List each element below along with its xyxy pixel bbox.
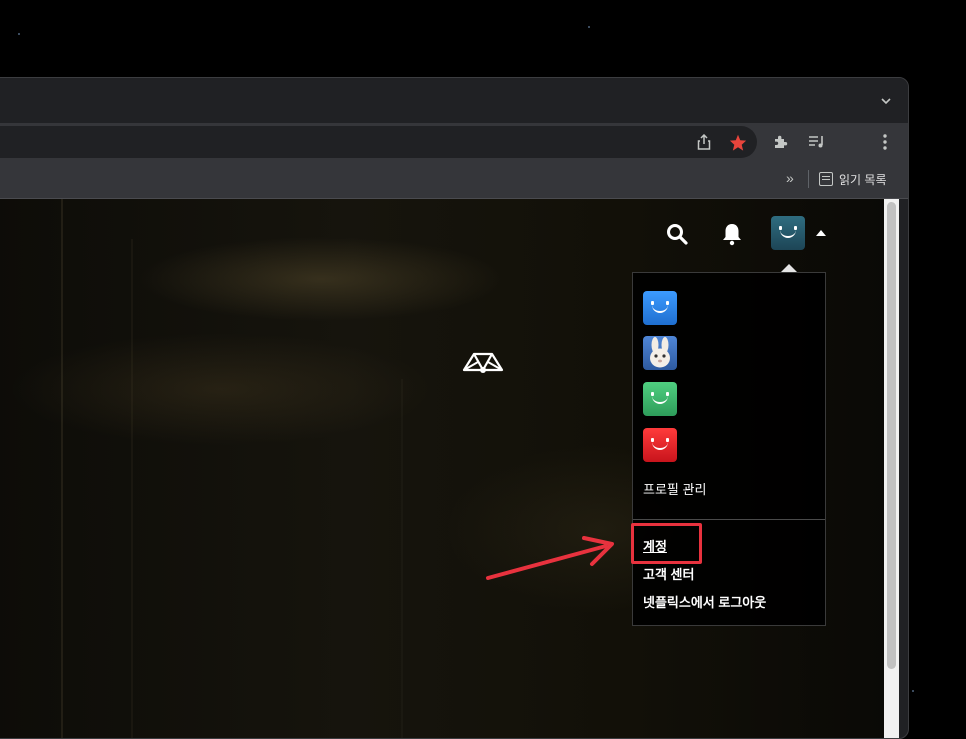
avatar-mouth xyxy=(652,396,668,404)
chevron-down-icon[interactable] xyxy=(878,94,894,108)
bookmark-overflow-button[interactable]: » xyxy=(786,171,794,185)
background-streak xyxy=(131,239,133,738)
profile-item-red[interactable] xyxy=(643,428,679,464)
bookmark-star-icon[interactable] xyxy=(724,123,752,161)
menu-divider xyxy=(633,519,825,520)
app-emblem-icon xyxy=(462,348,504,379)
profile-item-green[interactable] xyxy=(643,382,679,418)
page-scrollbar[interactable] xyxy=(884,199,899,738)
background-star xyxy=(912,690,914,692)
annotation-highlight-box xyxy=(631,523,702,564)
background-streak xyxy=(401,379,403,738)
profile-item-blue[interactable] xyxy=(643,291,679,327)
scrollbar-thumb[interactable] xyxy=(887,202,896,669)
smile-avatar-green xyxy=(643,382,677,416)
caret-up-icon[interactable] xyxy=(815,229,827,237)
smile-avatar-red xyxy=(643,428,677,462)
caret-up-shape xyxy=(816,230,826,236)
rabbit-icon xyxy=(650,337,670,368)
profile-item-rabbit[interactable] xyxy=(643,336,679,372)
avatar-mouth xyxy=(652,305,668,313)
sign-out-link[interactable]: 넷플릭스에서 로그아웃 xyxy=(643,595,766,611)
extensions-puzzle-icon[interactable] xyxy=(767,123,795,161)
help-center-link[interactable]: 고객 센터 xyxy=(643,567,694,583)
avatar-mouth xyxy=(780,230,796,238)
search-icon[interactable] xyxy=(665,222,689,246)
bell-icon[interactable] xyxy=(720,221,744,247)
background-streak xyxy=(61,199,63,738)
reading-list-label: 읽기 목록 xyxy=(839,172,887,187)
bookmark-bar: » 읽기 목록 xyxy=(0,161,908,199)
kebab-menu-icon[interactable] xyxy=(871,123,899,161)
avatar-mouth xyxy=(652,442,668,450)
dropdown-pointer xyxy=(781,264,797,272)
background-star xyxy=(588,26,590,28)
reading-list-icon xyxy=(819,172,833,186)
media-queue-icon[interactable] xyxy=(803,123,831,161)
profile-dropdown-menu: 프로필 관리 계정 고객 센터 넷플릭스에서 로그아웃 xyxy=(632,272,826,626)
current-profile-avatar[interactable] xyxy=(771,216,805,250)
browser-toolbar xyxy=(0,123,908,161)
tab-strip xyxy=(0,78,908,123)
bookmark-separator xyxy=(808,170,809,188)
share-icon[interactable] xyxy=(690,123,718,161)
annotation-arrow xyxy=(486,536,614,580)
smile-avatar-blue xyxy=(643,291,677,325)
background-star xyxy=(18,33,20,35)
address-bar[interactable] xyxy=(0,126,757,158)
current-profile-avatar-tile xyxy=(771,216,805,250)
rabbit-avatar xyxy=(643,336,677,370)
reading-list-button[interactable]: 읽기 목록 xyxy=(819,168,887,190)
manage-profiles-link[interactable]: 프로필 관리 xyxy=(643,482,706,498)
